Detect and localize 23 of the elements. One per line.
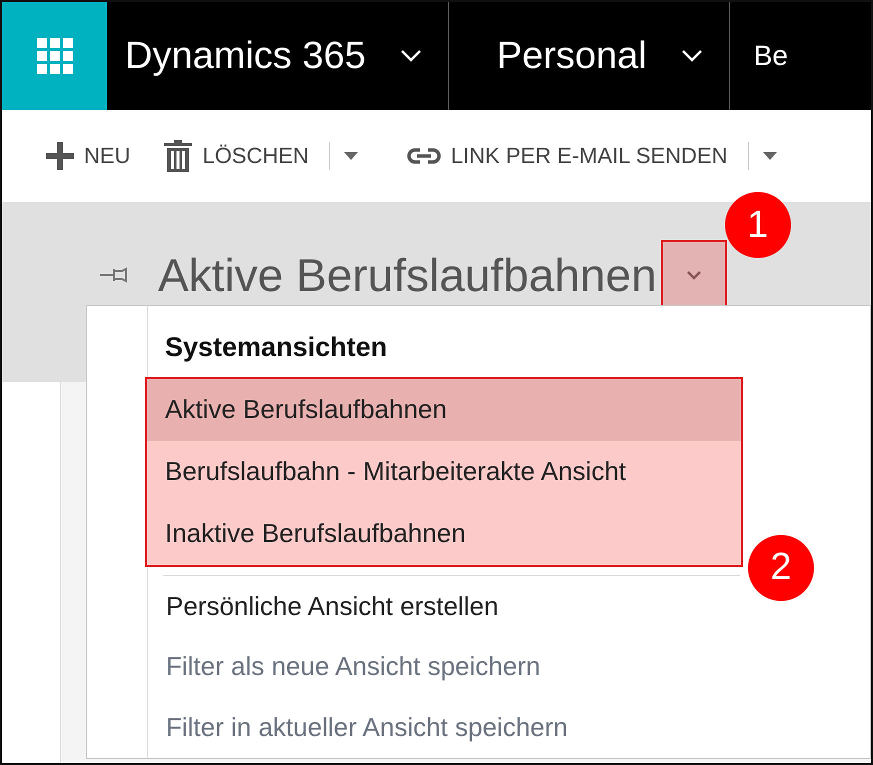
app-switcher[interactable]: Dynamics 365 [107,2,449,110]
app-launcher-button[interactable] [2,2,107,110]
view-title: Aktive Berufslaufbahnen [158,248,657,302]
chevron-down-icon [680,49,703,63]
link-icon [406,147,441,165]
menu-item[interactable]: Berufslaufbahn - Mitarbeiterakte Ansicht [147,440,741,503]
toolbar-button[interactable]: LÖSCHEN [164,140,309,172]
toolbar-button[interactable]: NEU [46,142,130,170]
chevron-down-icon [686,270,701,280]
toolbar-button[interactable]: LINK PER E-MAIL SENDEN [406,143,728,169]
plus-icon [46,142,74,170]
menu-item[interactable]: Aktive Berufslaufbahnen [147,378,741,441]
caret-icon [763,152,778,160]
chevron-down-icon [400,49,422,63]
nav-item[interactable]: Be [730,2,788,110]
area-switcher[interactable]: Personal [448,2,730,110]
callout-badge: 2 [748,534,814,601]
callout-badge: 1 [724,192,791,258]
trash-icon [164,140,192,172]
caret-icon [344,152,358,160]
menu-item[interactable]: Inaktive Berufslaufbahnen [147,502,741,565]
grid-icon [36,38,72,74]
menu-header: Systemansichten [164,330,388,364]
